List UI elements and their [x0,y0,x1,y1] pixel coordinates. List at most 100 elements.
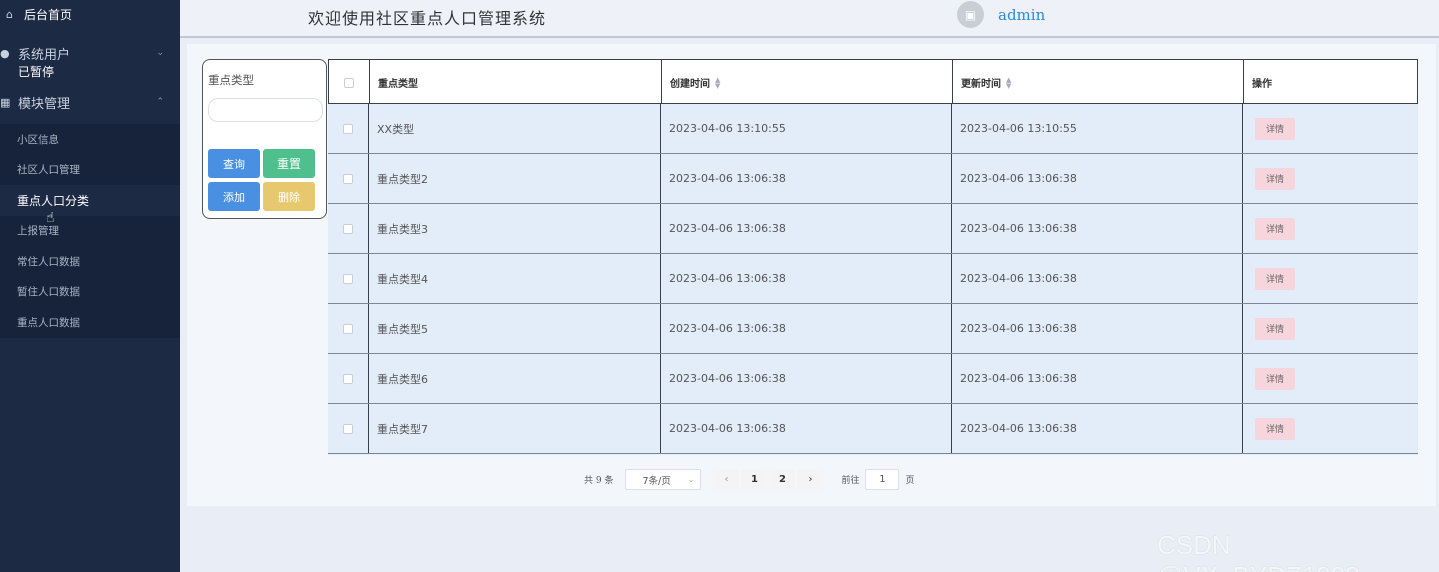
cell-action: 详情 [1243,354,1418,403]
cell-type: 重点类型6 [369,354,661,403]
sidebar: ⌂ 后台首页 ● 系统用户 ⌄ ▦ 模块管理 ⌃ 已暂停 小区信息 社区人口管理… [0,0,180,572]
sidebar-home-label: 后台首页 [24,7,73,22]
cell-type: 重点类型5 [369,304,661,353]
sort-icon[interactable]: ▲ ▼ [715,76,720,89]
detail-button[interactable]: 详情 [1255,167,1295,190]
chevron-up-icon: ⌃ [156,97,164,107]
cell-type: 重点类型2 [369,154,661,203]
search-label: 重点类型 [208,73,254,87]
avatar[interactable]: ▣ [957,1,984,28]
row-checkbox[interactable] [343,373,353,384]
cell-action: 详情 [1243,104,1418,153]
column-header-type: 重点类型 [370,60,662,103]
detail-button[interactable]: 详情 [1255,417,1295,440]
detail-button[interactable]: 详情 [1255,217,1295,240]
query-button[interactable]: 查询 [208,149,260,178]
cell-action: 详情 [1243,254,1418,303]
cell-created: 2023-04-06 13:10:55 [661,104,952,153]
search-input[interactable] [208,98,323,122]
cell-created: 2023-04-06 13:06:38 [661,304,952,353]
sidebar-group-label: 模块管理 [18,96,71,112]
cell-action: 详情 [1243,204,1418,253]
cell-created: 2023-04-06 13:06:38 [661,154,952,203]
sidebar-item-population-mgmt[interactable]: 社区人口管理 [0,155,180,186]
detail-button[interactable]: 详情 [1255,267,1295,290]
cell-action: 详情 [1243,304,1418,353]
sidebar-item-key-population-data[interactable]: 重点人口数据 [0,307,180,338]
page-number[interactable]: 1 [741,469,768,490]
sidebar-item-temporary-data[interactable]: 暂住人口数据 [0,277,180,308]
column-header-created[interactable]: 创建时间 ▲ ▼ [662,60,953,103]
cell-updated: 2023-04-06 13:10:55 [952,104,1243,153]
watermark: CSDN @VX_BYDZ1988 [1157,530,1360,572]
table-row: 重点类型3 2023-04-06 13:06:38 2023-04-06 13:06… [328,204,1418,254]
detail-button[interactable]: 详情 [1255,117,1295,140]
table-row: 重点类型2 2023-04-06 13:06:38 2023-04-06 13:06… [328,154,1418,204]
detail-button[interactable]: 详情 [1255,317,1295,340]
cell-created: 2023-04-06 13:06:38 [661,404,952,453]
pointer-cursor-icon: ☝ [46,210,55,226]
search-form: 重点类型 查询 重置 添加 删除 [202,59,327,219]
column-header-action: 操作 [1244,60,1417,103]
sort-icon[interactable]: ▲ ▼ [1006,76,1011,89]
cell-action: 详情 [1243,154,1418,203]
pagination: 共 9 条 7条/页 ⌄ ‹ 1 2 › 前往 1 页 [584,469,914,490]
image-icon: ▣ [964,7,977,22]
chevron-down-icon: ⌄ [156,48,164,58]
row-checkbox[interactable] [343,423,353,434]
table-row: 重点类型4 2023-04-06 13:06:38 2023-04-06 13:06… [328,254,1418,304]
detail-button[interactable]: 详情 [1255,367,1295,390]
sidebar-item-report-mgmt[interactable]: 上报管理 [0,216,180,247]
sidebar-item-key-population-category[interactable]: 重点人口分类 [0,185,180,216]
header-checkbox-cell [329,60,370,103]
add-button[interactable]: 添加 [208,182,260,211]
total-count: 共 9 条 [584,476,614,486]
table-row: XX类型 2023-04-06 13:10:55 2023-04-06 13:10:… [328,104,1418,154]
reset-button[interactable]: 重置 [263,149,315,178]
cell-type: 重点类型7 [369,404,661,453]
cell-type: 重点类型4 [369,254,661,303]
cell-created: 2023-04-06 13:06:38 [661,204,952,253]
page-nav: ‹ 1 2 › [713,469,824,490]
user-icon: ● [0,46,10,60]
cell-updated: 2023-04-06 13:06:38 [952,404,1243,453]
row-checkbox[interactable] [343,223,353,234]
cell-updated: 2023-04-06 13:06:38 [952,254,1243,303]
row-checkbox[interactable] [343,323,353,334]
grid-icon: ▦ [0,95,11,109]
column-header-updated[interactable]: 更新时间 ▲ ▼ [953,60,1244,103]
select-all-checkbox[interactable] [344,77,354,88]
row-checkbox-cell [328,354,369,403]
page-size-select[interactable]: 7条/页 ⌄ [625,469,702,490]
next-page-button[interactable]: › [797,469,824,490]
row-checkbox-cell [328,204,369,253]
cell-updated: 2023-04-06 13:06:38 [952,354,1243,403]
goto-page-input[interactable]: 1 [865,469,900,490]
cell-created: 2023-04-06 13:06:38 [661,254,952,303]
row-checkbox-cell [328,404,369,453]
paused-badge: 已暂停 [18,65,55,79]
page-number[interactable]: 2 [769,469,796,490]
table-row: 重点类型7 2023-04-06 13:06:38 2023-04-06 13:06… [328,404,1418,454]
row-checkbox[interactable] [343,273,353,284]
table-row: 重点类型5 2023-04-06 13:06:38 2023-04-06 13:06… [328,304,1418,354]
page-unit: 页 [905,476,915,486]
header: 欢迎使用社区重点人口管理系统 ▣ admin [180,0,1439,38]
prev-page-button[interactable]: ‹ [713,469,740,490]
sidebar-item-home[interactable]: ⌂ 后台首页 [0,0,180,28]
row-checkbox[interactable] [343,173,353,184]
page-size-value: 7条/页 [642,475,671,487]
delete-button[interactable]: 删除 [263,182,315,211]
goto-label: 前往 [841,476,860,486]
data-table: 重点类型 创建时间 ▲ ▼ 更新时间 ▲ ▼ 操作 XX类型 2023-04-06 1… [328,59,1418,455]
table-header: 重点类型 创建时间 ▲ ▼ 更新时间 ▲ ▼ 操作 [328,59,1418,104]
sidebar-group-label: 系统用户 [18,47,71,63]
welcome-title: 欢迎使用社区重点人口管理系统 [308,9,547,28]
cell-type: XX类型 [369,104,661,153]
sidebar-item-resident-data[interactable]: 常住人口数据 [0,246,180,277]
sidebar-item-community-info[interactable]: 小区信息 [0,124,180,155]
column-header-label: 操作 [1252,79,1272,90]
sidebar-group-module-mgmt[interactable]: ▦ 模块管理 ⌃ [0,89,180,115]
row-checkbox[interactable] [343,123,353,134]
username[interactable]: admin [998,6,1045,24]
